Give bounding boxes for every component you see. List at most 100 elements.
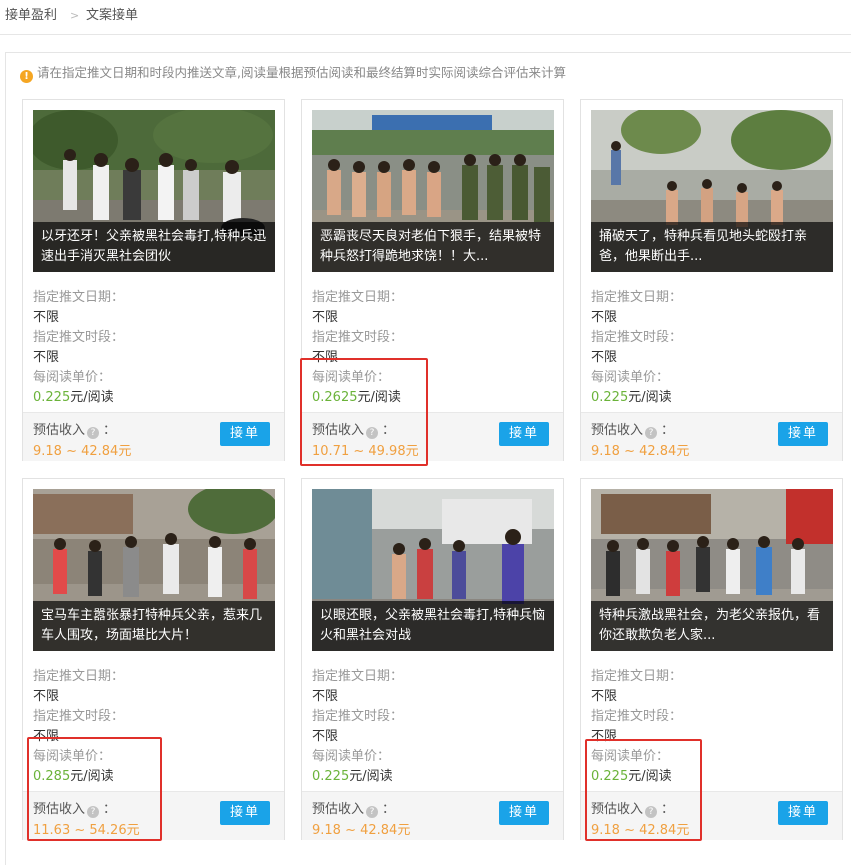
breadcrumb: 接单盈利 > 文案接单 (0, 0, 851, 35)
estimate-label: 预估收入?： (312, 419, 395, 439)
article-thumbnail[interactable]: 特种兵激战黑社会，为老父亲报仇，看你还敢欺负老人家... (591, 489, 833, 651)
date-value: 不限 (33, 689, 60, 704)
period-value: 不限 (33, 729, 60, 744)
estimate-value: 9.18 ~ 42.84元 (591, 823, 690, 838)
breadcrumb-current: 文案接单 (86, 8, 139, 23)
help-icon[interactable]: ? (366, 427, 379, 439)
date-value: 不限 (33, 310, 60, 325)
estimate-colon: ： (382, 423, 396, 438)
task-card: 特种兵激战黑社会，为老父亲报仇，看你还敢欺负老人家... 指定推文日期： 不限 … (580, 478, 843, 840)
article-thumbnail[interactable]: 恶霸丧尽天良对老伯下狠手，结果被特种兵怒打得跪地求饶！！大... (312, 110, 554, 272)
estimate-colon: ： (103, 423, 117, 438)
article-thumbnail[interactable]: 宝马车主嚣张暴打特种兵父亲，惹来几车人围攻，场面堪比大片！ (33, 489, 275, 651)
period-label: 指定推文时段： (33, 709, 125, 724)
period-value: 不限 (33, 350, 60, 365)
estimate-label-text: 预估收入 (312, 423, 365, 438)
estimate-colon: ： (382, 802, 396, 817)
unit-price-value: 0.225 (312, 769, 350, 784)
unit-price-value: 0.285 (33, 769, 71, 784)
unit-price: 0.225元/阅读 (591, 386, 672, 405)
date-value: 不限 (591, 689, 618, 704)
period-label: 指定推文时段： (591, 330, 683, 345)
unit-price-label: 每阅读单价： (312, 749, 391, 764)
task-card: 捅破天了，特种兵看见地头蛇殴打亲爸，他果断出手... 指定推文日期： 不限 指定… (580, 99, 843, 461)
unit-price: 0.2625元/阅读 (312, 386, 401, 405)
period-value: 不限 (591, 350, 618, 365)
estimate-label-text: 预估收入 (591, 802, 644, 817)
estimate-label-text: 预估收入 (33, 802, 86, 817)
period-value: 不限 (312, 729, 339, 744)
unit-price-label: 每阅读单价： (33, 749, 112, 764)
article-title: 宝马车主嚣张暴打特种兵父亲，惹来几车人围攻，场面堪比大片！ (33, 601, 275, 651)
unit-price-value: 0.225 (591, 769, 629, 784)
card-footer: 预估收入?： 9.18 ~ 42.84元 接单 (581, 791, 842, 840)
accept-order-button[interactable]: 接单 (220, 801, 270, 825)
estimate-colon: ： (661, 423, 675, 438)
task-card: 以眼还眼，父亲被黑社会毒打,特种兵恼火和黑社会对战 指定推文日期： 不限 指定推… (301, 478, 564, 840)
estimate-label: 预估收入?： (591, 419, 674, 439)
breadcrumb-parent-link[interactable]: 接单盈利 (5, 0, 57, 32)
period-label: 指定推文时段： (312, 330, 404, 345)
unit-price: 0.285元/阅读 (33, 765, 114, 784)
help-icon[interactable]: ? (366, 806, 379, 818)
notice-text: 请在指定推文日期和时段内推送文章,阅读量根据预估阅读和最终结算时实际阅读综合评估… (37, 65, 566, 80)
date-label: 指定推文日期： (591, 669, 683, 684)
estimate-label: 预估收入?： (33, 798, 116, 818)
accept-order-button[interactable]: 接单 (499, 422, 549, 446)
article-title: 恶霸丧尽天良对老伯下狠手，结果被特种兵怒打得跪地求饶！！大... (312, 222, 554, 272)
unit-price-unit: 元/阅读 (628, 769, 672, 784)
card-footer: 预估收入?： 11.63 ~ 54.26元 接单 (23, 791, 284, 840)
article-title: 捅破天了，特种兵看见地头蛇殴打亲爸，他果断出手... (591, 222, 833, 272)
period-value: 不限 (591, 729, 618, 744)
accept-order-button[interactable]: 接单 (499, 801, 549, 825)
card-footer: 预估收入?： 10.71 ~ 49.98元 接单 (302, 412, 563, 461)
article-thumbnail[interactable]: 捅破天了，特种兵看见地头蛇殴打亲爸，他果断出手... (591, 110, 833, 272)
period-label: 指定推文时段： (33, 330, 125, 345)
period-label: 指定推文时段： (312, 709, 404, 724)
estimate-value: 9.18 ~ 42.84元 (591, 444, 690, 459)
date-value: 不限 (312, 689, 339, 704)
article-title: 以牙还牙！父亲被黑社会毒打,特种兵迅速出手消灭黑社会团伙 (33, 222, 275, 272)
date-label: 指定推文日期： (591, 290, 683, 305)
help-icon[interactable]: ? (87, 427, 100, 439)
accept-order-button[interactable]: 接单 (778, 801, 828, 825)
unit-price: 0.225元/阅读 (33, 386, 114, 405)
date-label: 指定推文日期： (312, 669, 404, 684)
article-thumbnail[interactable]: 以眼还眼，父亲被黑社会毒打,特种兵恼火和黑社会对战 (312, 489, 554, 651)
unit-price-value: 0.225 (591, 390, 629, 405)
task-card: 以牙还牙！父亲被黑社会毒打,特种兵迅速出手消灭黑社会团伙 指定推文日期： 不限 … (22, 99, 285, 461)
article-thumbnail[interactable]: 以牙还牙！父亲被黑社会毒打,特种兵迅速出手消灭黑社会团伙 (33, 110, 275, 272)
article-title: 以眼还眼，父亲被黑社会毒打,特种兵恼火和黑社会对战 (312, 601, 554, 651)
task-card: 宝马车主嚣张暴打特种兵父亲，惹来几车人围攻，场面堪比大片！ 指定推文日期： 不限… (22, 478, 285, 840)
date-value: 不限 (312, 310, 339, 325)
date-label: 指定推文日期： (33, 669, 125, 684)
estimate-value: 9.18 ~ 42.84元 (33, 444, 132, 459)
card-footer: 预估收入?： 9.18 ~ 42.84元 接单 (23, 412, 284, 461)
estimate-label: 预估收入?： (33, 419, 116, 439)
unit-price-label: 每阅读单价： (33, 370, 112, 385)
period-label: 指定推文时段： (591, 709, 683, 724)
help-icon[interactable]: ? (87, 806, 100, 818)
estimate-label-text: 预估收入 (312, 802, 365, 817)
unit-price-unit: 元/阅读 (70, 390, 114, 405)
accept-order-button[interactable]: 接单 (220, 422, 270, 446)
unit-price-unit: 元/阅读 (349, 769, 393, 784)
unit-price-label: 每阅读单价： (591, 370, 670, 385)
unit-price-unit: 元/阅读 (628, 390, 672, 405)
breadcrumb-separator: > (70, 9, 80, 22)
unit-price-value: 0.225 (33, 390, 71, 405)
accept-order-button[interactable]: 接单 (778, 422, 828, 446)
date-value: 不限 (591, 310, 618, 325)
estimate-colon: ： (103, 802, 117, 817)
estimate-value: 11.63 ~ 54.26元 (33, 823, 140, 838)
warning-icon: ! (20, 70, 33, 83)
notice-bar: ! 请在指定推文日期和时段内推送文章,阅读量根据预估阅读和最终结算时实际阅读综合评… (20, 63, 566, 83)
estimate-value: 10.71 ~ 49.98元 (312, 444, 419, 459)
help-icon[interactable]: ? (645, 806, 658, 818)
unit-price: 0.225元/阅读 (591, 765, 672, 784)
unit-price-label: 每阅读单价： (591, 749, 670, 764)
estimate-label-text: 预估收入 (591, 423, 644, 438)
help-icon[interactable]: ? (645, 427, 658, 439)
date-label: 指定推文日期： (33, 290, 125, 305)
unit-price-value: 0.2625 (312, 390, 358, 405)
